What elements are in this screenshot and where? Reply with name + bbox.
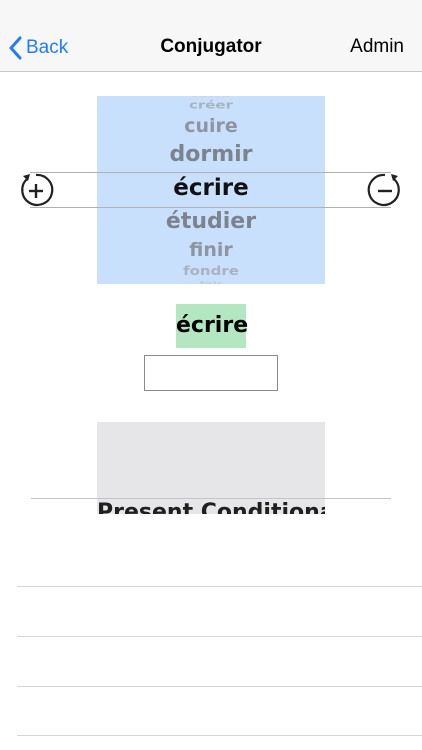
rotate-add-button[interactable] [17,171,55,209]
answer-input[interactable] [144,355,278,391]
selected-verb-label: écrire [176,304,248,348]
rotate-subtract-button[interactable] [366,171,404,209]
picker-item-dormir[interactable]: dormir [97,142,325,167]
picker-item-ouvrir[interactable]: ouvrir [97,96,325,97]
picker-item-finir[interactable]: finir [97,239,325,261]
tense-label[interactable]: Present Conditional [97,500,325,514]
picker-item-creer[interactable]: créer [97,99,325,112]
admin-button[interactable]: Admin [350,36,404,58]
picker-item-cuire[interactable]: cuire [97,115,325,137]
rotate-plus-icon [21,173,54,206]
row-divider [17,735,422,736]
table-row[interactable] [0,687,422,736]
table-row[interactable] [0,587,422,636]
picker-item-fair[interactable]: fair [97,281,325,284]
picker-item-fondre[interactable]: fondre [97,264,325,278]
picker-item-ecrire[interactable]: écrire [97,175,325,201]
tense-picker[interactable]: Present Conditional [97,422,325,514]
table-row[interactable] [0,637,422,686]
verb-picker[interactable]: ouvrir créer cuire dormir écrire étudier… [97,96,325,284]
picker-item-etudier[interactable]: étudier [97,209,325,234]
table-row[interactable] [0,538,422,587]
tense-selection-line [31,498,391,499]
rotate-minus-icon [367,173,400,206]
navigation-bar: Back Conjugator Admin [0,0,422,72]
